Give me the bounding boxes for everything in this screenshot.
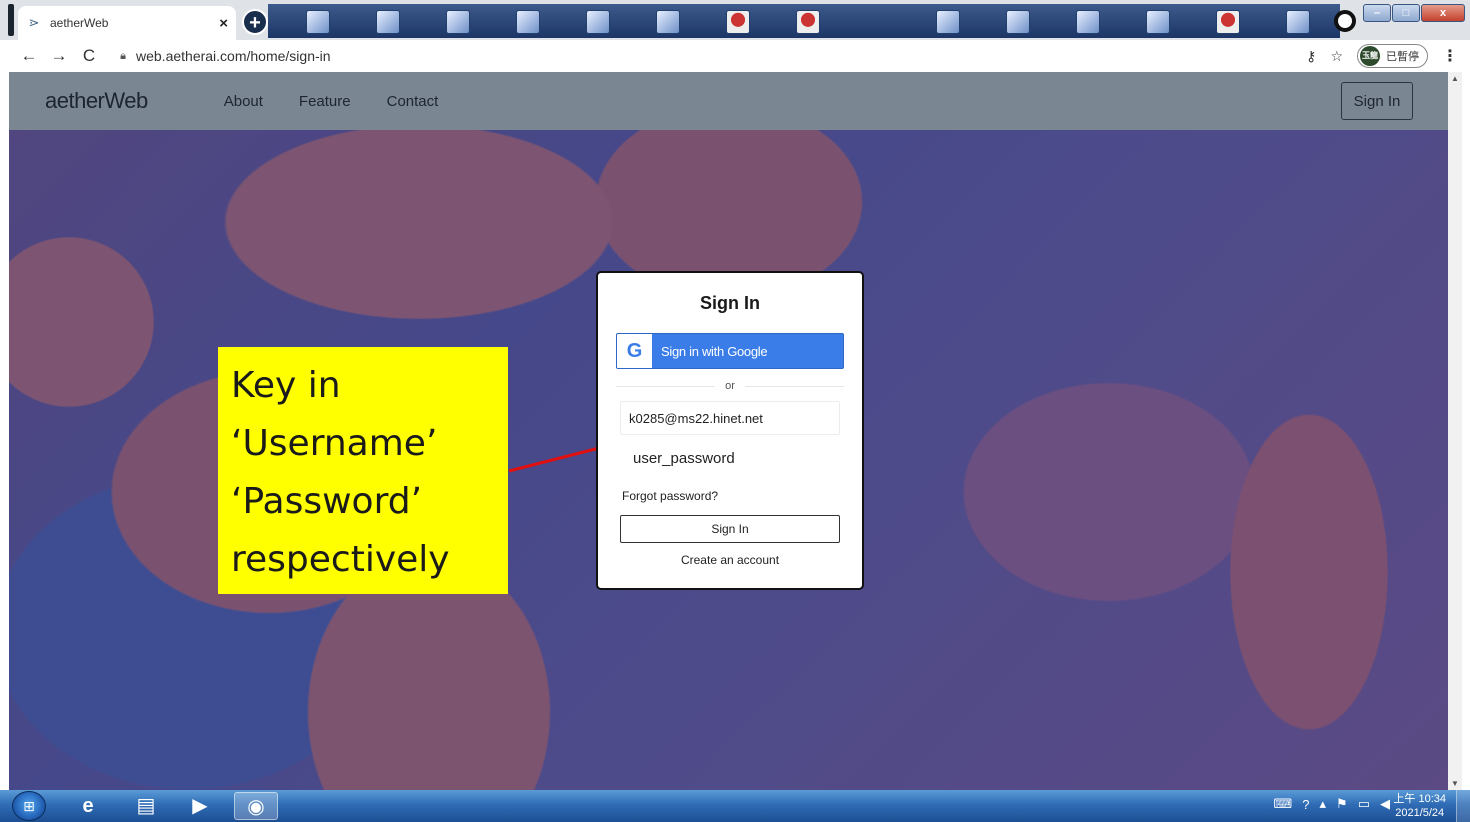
scroll-down-icon[interactable]: ▼ [1451,779,1459,788]
or-divider: or [616,378,844,394]
page-scrollbar[interactable]: ▲ ▼ [1448,72,1462,790]
show-desktop-button[interactable] [1456,790,1470,822]
profile-status-label: 已暫停 [1386,51,1419,63]
lock-icon[interactable]: 🔒︎ [116,50,130,63]
background-window-strip [268,4,1340,38]
sign-in-submit-button[interactable]: Sign In [620,515,840,543]
site-favicon-icon: ⋗ [28,15,40,30]
tray-volume-icon[interactable]: ◀ [1380,796,1390,812]
os-taskbar: ⊞ e ▤ ▶ ◉ ⌨ ? ▴ ⚑ ▭ ◀ 上午 10:34 2021/5/24 [0,790,1470,822]
clock-date: 2021/5/24 [1395,807,1445,819]
media-player-icon[interactable]: ▶ [178,792,222,820]
internet-explorer-icon[interactable]: e [66,792,110,820]
profile-avatar: 玉龍 [1360,46,1380,66]
callout-line: respectively [231,539,450,580]
close-window-icon[interactable]: x [1421,4,1465,22]
nav-link-feature[interactable]: Feature [299,93,351,110]
system-tray: ⌨ ? ▴ ⚑ ▭ ◀ [1264,796,1390,812]
window-thumb-icon[interactable] [796,10,820,34]
callout-line: Key in [231,365,341,406]
browser-menu-icon[interactable]: ⋮ [1442,46,1458,66]
forward-arrow-icon[interactable]: → [44,41,74,71]
instruction-callout: Key in ‘Username’ ‘Password’ respectivel… [218,347,508,594]
create-account-link[interactable]: Create an account [598,553,862,567]
site-logo[interactable]: aetherWeb [45,88,148,114]
reload-icon[interactable]: C [74,41,104,71]
chrome-taskbar-icon[interactable]: ◉ [234,792,278,820]
google-sign-in-button[interactable]: G Sign in with Google [616,333,844,369]
password-field[interactable] [620,441,840,475]
window-thumb-icon[interactable] [586,10,610,34]
callout-line: ‘Password’ [231,481,423,522]
divider-rule [744,385,844,387]
google-logo-icon: G [617,334,652,368]
card-title: Sign In [700,293,760,313]
address-bar-actions: ⚷ ☆ 玉龍 已暫停 ⋮ [1292,40,1458,72]
minimize-icon[interactable]: – [1363,4,1391,22]
bookmark-star-icon[interactable]: ☆ [1330,48,1343,65]
window-thumb-icon[interactable] [516,10,540,34]
key-icon[interactable]: ⚷ [1306,48,1316,65]
window-thumb-icon[interactable] [446,10,470,34]
page-viewport: aetherWeb About Feature Contact Sign In … [9,72,1448,790]
tab-close-icon[interactable]: × [219,15,228,32]
browser-tab-bar: ⋗ aetherWeb × + – □ x [0,0,1470,40]
window-thumb-icon[interactable] [1286,10,1310,34]
window-controls: – □ x [1362,4,1465,24]
window-thumb-icon[interactable] [936,10,960,34]
new-tab-button[interactable]: + [242,9,268,35]
tray-network-icon[interactable]: ▭ [1358,796,1370,812]
nav-link-contact[interactable]: Contact [387,93,439,110]
clock-time: 上午 10:34 [1393,793,1446,805]
taskbar-clock[interactable]: 上午 10:34 2021/5/24 [1393,792,1446,820]
tray-keyboard-icon[interactable]: ⌨ [1274,796,1293,812]
nav-link-about[interactable]: About [224,93,263,110]
site-navbar: aetherWeb About Feature Contact Sign In [9,72,1448,130]
url-field[interactable]: web.aetherai.com/home/sign-in [136,48,331,64]
window-thumb-icon[interactable] [1146,10,1170,34]
tray-expand-icon[interactable]: ▴ [1320,796,1327,812]
tray-help-icon[interactable]: ? [1302,797,1309,812]
window-edge [8,4,14,36]
window-thumb-icon[interactable] [1076,10,1100,34]
google-sign-in-label: Sign in with Google [661,343,768,359]
forgot-password-link[interactable]: Forgot password? [622,489,718,503]
profile-paused-button[interactable]: 玉龍 已暫停 [1357,44,1428,68]
header-sign-in-button[interactable]: Sign In [1341,82,1413,120]
maximize-icon[interactable]: □ [1392,4,1420,22]
sign-in-card: Sign In G Sign in with Google or Forgot … [596,271,864,590]
window-thumb-icon[interactable] [726,10,750,34]
or-label: or [725,380,735,392]
tab-title: aetherWeb [50,16,109,30]
scroll-up-icon[interactable]: ▲ [1451,74,1459,83]
callout-line: ‘Username’ [231,423,438,464]
username-field[interactable] [620,401,840,435]
address-bar: ← → C 🔒︎ web.aetherai.com/home/sign-in ⚷… [0,40,1470,72]
window-thumb-icon[interactable] [656,10,680,34]
window-thumb-icon[interactable] [376,10,400,34]
window-thumb-icon[interactable] [306,10,330,34]
tray-flag-icon[interactable]: ⚑ [1336,796,1348,812]
back-arrow-icon[interactable]: ← [14,41,44,71]
chrome-profile-icon[interactable] [1334,10,1356,32]
file-explorer-icon[interactable]: ▤ [124,792,168,820]
window-thumb-icon[interactable] [1216,10,1240,34]
window-thumb-icon[interactable] [1006,10,1030,34]
start-button-icon[interactable]: ⊞ [12,791,46,821]
divider-rule [616,385,716,387]
browser-tab[interactable]: ⋗ aetherWeb × [18,6,236,40]
